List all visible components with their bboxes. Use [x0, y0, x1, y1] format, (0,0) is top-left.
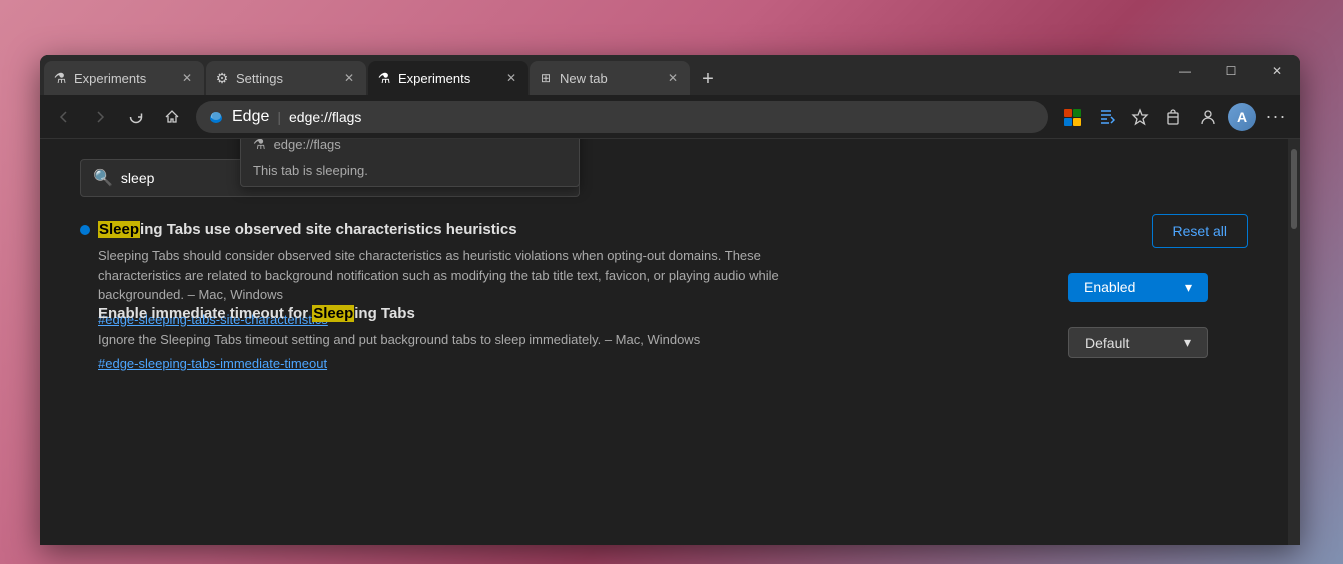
tabs-row: ⚗ Experiments ✕ ⚙ Settings ✕ ⚗ Experimen…	[40, 55, 1300, 95]
more-button[interactable]: ···	[1260, 101, 1292, 133]
edge-collections-icon[interactable]	[1090, 101, 1122, 133]
feature-title-rest: ing Tabs use observed site characteristi…	[140, 221, 517, 238]
tab-close-button[interactable]: ✕	[502, 69, 520, 87]
office-icon[interactable]	[1056, 101, 1088, 133]
tab-close-button[interactable]: ✕	[664, 69, 682, 87]
autocomplete-sleeping-text: This tab is sleeping.	[241, 161, 579, 186]
address-brand: Edge	[232, 108, 269, 126]
tab-close-button[interactable]: ✕	[340, 69, 358, 87]
feature-link-2[interactable]: #edge-sleeping-tabs-immediate-timeout	[98, 356, 327, 371]
window-controls: — ☐ ✕	[1162, 55, 1300, 87]
close-button[interactable]: ✕	[1254, 55, 1300, 87]
feature-title-prefix: Enable immediate timeout for	[98, 305, 312, 322]
content-area: 🔍 Reset all Sleeping Tabs use observed s…	[40, 139, 1300, 545]
feature-title-row: Sleeping Tabs use observed site characte…	[80, 221, 1248, 238]
chevron-down-icon: ▾	[1185, 279, 1192, 296]
address-separator: |	[277, 109, 281, 125]
main-content: 🔍 Reset all Sleeping Tabs use observed s…	[40, 139, 1288, 545]
edge-logo-icon	[208, 109, 224, 125]
ellipsis-icon: ···	[1266, 106, 1287, 127]
feature-description-2: Ignore the Sleeping Tabs timeout setting…	[98, 330, 798, 350]
toolbar-right: A ···	[1056, 101, 1292, 133]
flask-icon-small: ⚗	[253, 139, 266, 153]
scrollbar-thumb[interactable]	[1291, 149, 1297, 229]
autocomplete-url-row[interactable]: ⚗ edge://flags	[241, 139, 579, 161]
title-bar: ⚗ Experiments ✕ ⚙ Settings ✕ ⚗ Experimen…	[40, 55, 1300, 95]
tab-experiments-active[interactable]: ⚗ Experiments ✕	[368, 61, 528, 95]
feature-title: Sleeping Tabs use observed site characte…	[98, 221, 517, 238]
highlight-sleep-1: Sleep	[98, 221, 140, 238]
grid-icon: ⊞	[538, 70, 554, 86]
user-avatar: A	[1228, 103, 1256, 131]
minimize-button[interactable]: —	[1162, 55, 1208, 87]
feature-title-2: Enable immediate timeout for Sleeping Ta…	[98, 305, 415, 322]
forward-button[interactable]	[84, 101, 116, 133]
collections-icon[interactable]	[1158, 101, 1190, 133]
gear-icon: ⚙	[214, 70, 230, 86]
tab-newtab[interactable]: ⊞ New tab ✕	[530, 61, 690, 95]
refresh-button[interactable]	[120, 101, 152, 133]
avatar[interactable]: A	[1226, 101, 1258, 133]
favorites-icon[interactable]	[1124, 101, 1156, 133]
feature-title-suffix: ing Tabs	[354, 305, 415, 322]
toolbar: Edge | edge://flags A	[40, 95, 1300, 139]
flask-icon: ⚗	[376, 70, 392, 86]
back-button[interactable]	[48, 101, 80, 133]
home-button[interactable]	[156, 101, 188, 133]
maximize-button[interactable]: ☐	[1208, 55, 1254, 87]
search-icon: 🔍	[93, 168, 113, 188]
tab-settings[interactable]: ⚙ Settings ✕	[206, 61, 366, 95]
tab-label: Experiments	[398, 71, 496, 86]
profile-icon[interactable]	[1192, 101, 1224, 133]
feature-description: Sleeping Tabs should consider observed s…	[98, 246, 798, 305]
highlight-sleep-2: Sleep	[312, 305, 354, 322]
enabled-dropdown[interactable]: Enabled ▾	[1068, 273, 1208, 302]
tab-label: Settings	[236, 71, 334, 86]
dropdown-value-2: Default	[1085, 335, 1129, 351]
feature-title-row-2: Enable immediate timeout for Sleeping Ta…	[80, 305, 1248, 322]
dropdown-value: Enabled	[1084, 279, 1135, 295]
scrollbar[interactable]	[1288, 139, 1300, 545]
tab-close-button[interactable]: ✕	[178, 69, 196, 87]
feature-immediate-timeout: Enable immediate timeout for Sleeping Ta…	[80, 305, 1248, 328]
browser-window: ⚗ Experiments ✕ ⚙ Settings ✕ ⚗ Experimen…	[40, 55, 1300, 545]
feature-indicator-dot	[80, 225, 90, 235]
tab-experiments-1[interactable]: ⚗ Experiments ✕	[44, 61, 204, 95]
autocomplete-popup: Experiments ⚗ edge://flags This tab is s…	[240, 139, 580, 187]
address-url: edge://flags	[289, 109, 1036, 125]
flask-icon: ⚗	[52, 70, 68, 86]
tab-label: Experiments	[74, 71, 172, 86]
autocomplete-url: edge://flags	[274, 139, 341, 152]
address-bar[interactable]: Edge | edge://flags	[196, 101, 1048, 133]
new-tab-button[interactable]: +	[692, 63, 724, 95]
feature-sleeping-tabs-heuristics: Sleeping Tabs use observed site characte…	[80, 221, 1248, 273]
default-dropdown[interactable]: Default ▾	[1068, 327, 1208, 358]
chevron-down-icon-2: ▾	[1184, 334, 1191, 351]
tab-label: New tab	[560, 71, 658, 86]
